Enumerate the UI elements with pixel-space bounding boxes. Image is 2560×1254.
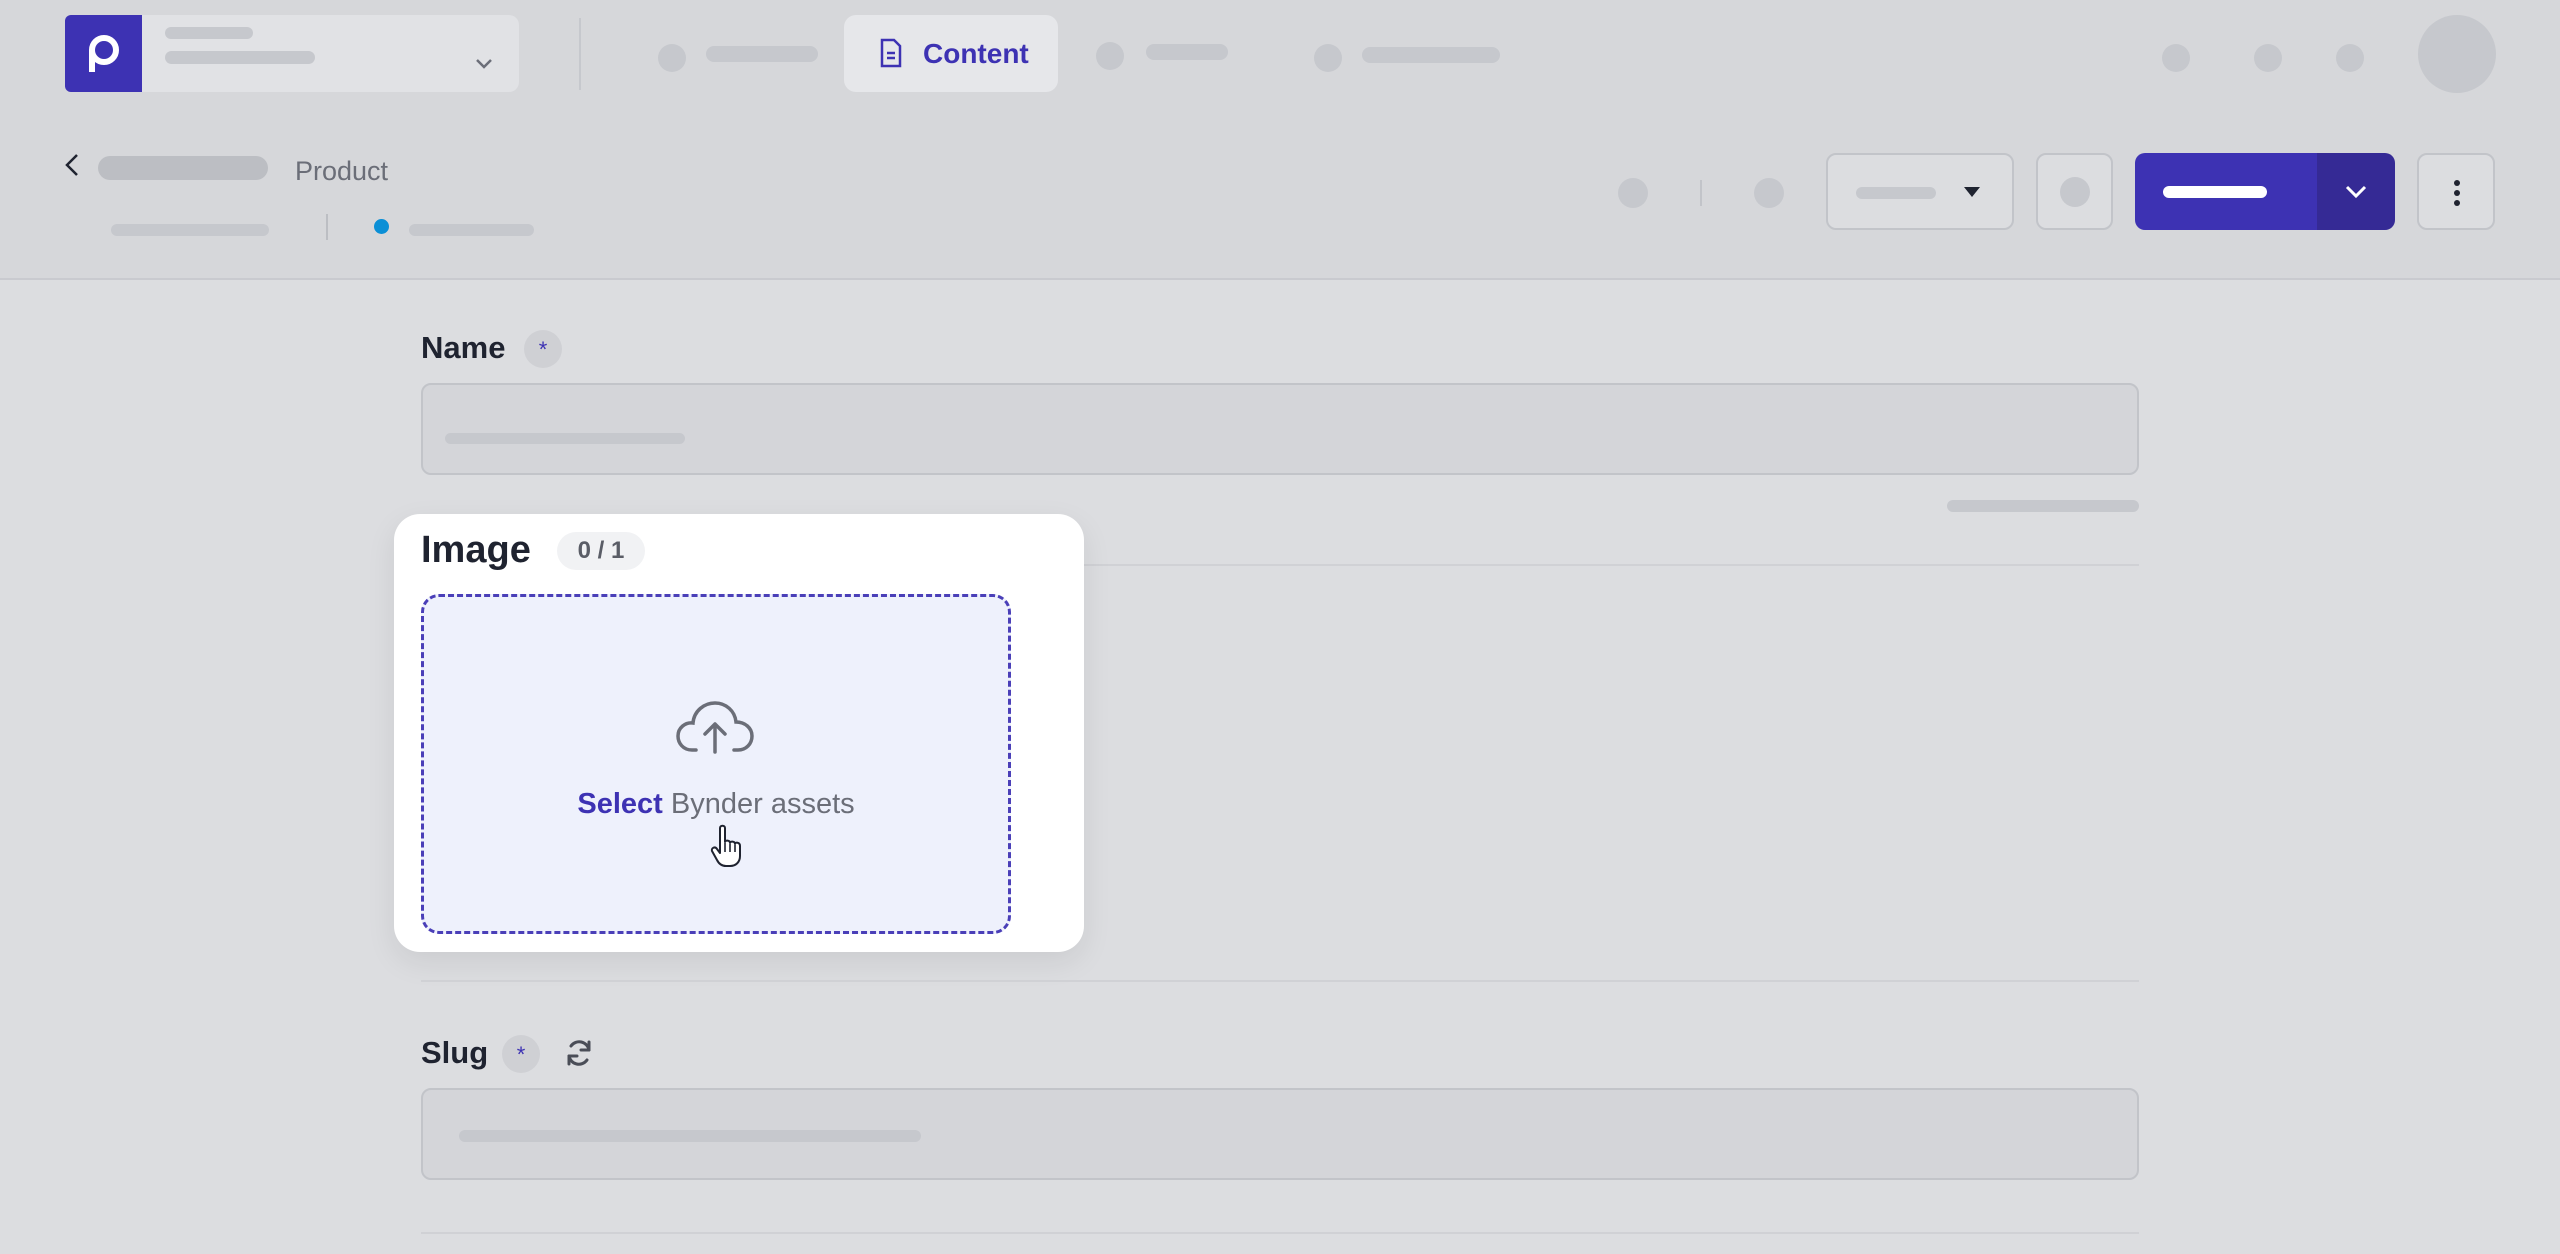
more-options-button[interactable] bbox=[2417, 153, 2495, 230]
p-logo-icon bbox=[89, 35, 119, 72]
publish-options-button[interactable] bbox=[2317, 153, 2395, 230]
hand-pointer-cursor-icon bbox=[710, 824, 741, 867]
refresh-icon[interactable] bbox=[564, 1038, 594, 1068]
name-field-label: Name bbox=[421, 330, 506, 365]
bynder-assets-label: Bynder assets bbox=[670, 788, 855, 820]
tab-icon-placeholder bbox=[658, 44, 686, 72]
cloud-upload-icon bbox=[676, 701, 754, 754]
field-divider bbox=[421, 980, 2139, 982]
field-divider bbox=[421, 1232, 2139, 1234]
preview-icon-placeholder bbox=[2060, 177, 2090, 207]
content-type-label: Product bbox=[295, 156, 389, 186]
document-icon bbox=[880, 38, 902, 68]
tab-placeholder[interactable] bbox=[706, 46, 818, 62]
status-dot bbox=[374, 219, 389, 234]
status-text-placeholder bbox=[409, 224, 534, 236]
preview-button[interactable] bbox=[2036, 153, 2113, 230]
chevron-left-icon[interactable] bbox=[62, 152, 82, 178]
tab-icon-placeholder bbox=[1096, 42, 1124, 70]
meta-divider bbox=[326, 214, 328, 240]
locale-placeholder bbox=[1856, 187, 1936, 199]
apps-icon-placeholder[interactable] bbox=[2254, 44, 2282, 72]
locale-dropdown[interactable] bbox=[1826, 153, 2014, 230]
header-icon-placeholder[interactable] bbox=[1754, 178, 1784, 208]
header-icon-placeholder[interactable] bbox=[1618, 178, 1648, 208]
tab-icon-placeholder bbox=[1314, 44, 1342, 72]
image-count-badge: 0 / 1 bbox=[557, 532, 645, 570]
bynder-asset-dropzone[interactable] bbox=[421, 594, 1011, 934]
more-vertical-icon bbox=[2454, 180, 2460, 206]
header-divider bbox=[1700, 180, 1702, 206]
required-badge: * bbox=[524, 330, 562, 368]
slug-field-label: Slug bbox=[421, 1035, 489, 1070]
name-input[interactable] bbox=[421, 383, 2139, 475]
char-count-placeholder bbox=[1947, 500, 2139, 512]
tab-placeholder[interactable] bbox=[1362, 47, 1500, 63]
image-field-label: Image bbox=[421, 529, 531, 571]
required-badge: * bbox=[502, 1035, 540, 1073]
dropzone-text: Select Bynder assets bbox=[421, 784, 1011, 824]
slug-input[interactable] bbox=[421, 1088, 2139, 1180]
publish-label-placeholder bbox=[2163, 186, 2267, 198]
tab-content-label: Content bbox=[923, 38, 1029, 69]
tab-placeholder[interactable] bbox=[1146, 44, 1228, 60]
space-switcher[interactable] bbox=[142, 15, 519, 92]
app-logo[interactable] bbox=[65, 15, 142, 92]
nav-divider bbox=[579, 18, 581, 90]
environment-name-placeholder bbox=[165, 51, 315, 64]
space-name-placeholder bbox=[165, 27, 253, 39]
slug-value-placeholder bbox=[459, 1130, 921, 1142]
name-value-placeholder bbox=[445, 433, 685, 444]
entry-title-placeholder bbox=[98, 156, 268, 180]
notifications-icon-placeholder[interactable] bbox=[2336, 44, 2364, 72]
help-icon-placeholder[interactable] bbox=[2162, 44, 2190, 72]
chevron-down-icon bbox=[2345, 185, 2367, 199]
select-assets-link[interactable]: Select bbox=[577, 788, 662, 820]
publish-button[interactable] bbox=[2135, 153, 2317, 230]
caret-down-icon bbox=[1964, 187, 1980, 197]
meta-placeholder bbox=[111, 224, 269, 236]
chevron-down-icon bbox=[476, 59, 492, 69]
avatar[interactable] bbox=[2418, 15, 2496, 93]
